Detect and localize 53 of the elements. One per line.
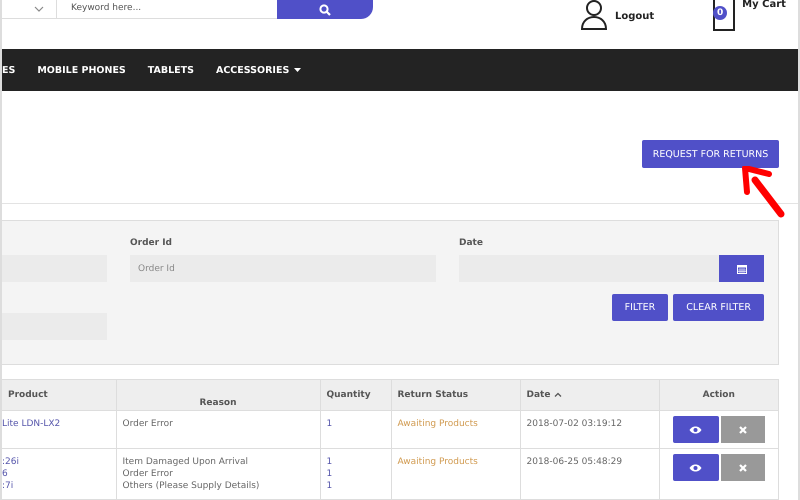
filter-button[interactable]: FILTER (612, 294, 668, 321)
eye-icon (689, 464, 702, 472)
table-cell-text: Order Error (122, 468, 174, 480)
table-cell-text: Item Damaged Upon Arrival (122, 456, 250, 468)
column-header: Return Status (391, 380, 520, 410)
search-icon (319, 4, 331, 16)
close-icon (738, 464, 747, 472)
column-header: Reason (116, 380, 320, 410)
status-text: Awaiting Products (398, 457, 478, 467)
filter-button[interactable]: CLEAR FILTER (673, 294, 764, 321)
table-cell-text: Others (Please Supply Details) (122, 480, 260, 492)
user-icon[interactable] (581, 0, 607, 30)
delete-button[interactable] (720, 416, 765, 443)
table-cell-text: :7i (2, 480, 14, 492)
calendar-button[interactable] (719, 255, 764, 282)
view-button[interactable] (672, 454, 719, 481)
view-button[interactable] (672, 416, 719, 443)
sort-up-icon (554, 392, 562, 398)
table-cell-text: 1 (326, 468, 334, 480)
table-cell-text: Lite LDN-LX2 (2, 418, 62, 430)
nav-link[interactable]: TABLETS (148, 64, 194, 76)
delete-button[interactable] (720, 454, 765, 481)
table-cell: 2018-06-25 05:48:29 (526, 457, 622, 467)
chevron-down-icon (34, 6, 44, 12)
arrow-icon (741, 166, 787, 218)
table-cell-text: :26i (2, 456, 20, 468)
logout-link[interactable]: Logout (615, 11, 654, 22)
column-header: Action (659, 380, 778, 410)
field-label: Order Id (130, 238, 173, 250)
search-field[interactable]: Keyword here... (57, 0, 277, 19)
nav-link[interactable]: ACCESSORIES (216, 64, 302, 76)
column-header[interactable]: Date (520, 380, 659, 410)
table-cell-text: 1 (326, 480, 334, 492)
table-cell-text: 1 (326, 456, 334, 468)
nav-link[interactable]: ES (2, 64, 16, 76)
column-header: Product (2, 380, 116, 410)
nav-link[interactable]: MOBILE PHONES (37, 64, 126, 76)
table-cell: 2018-07-02 03:19:12 (526, 419, 622, 429)
request-returns-button[interactable]: REQUEST FOR RETURNS (642, 140, 779, 168)
bag-icon[interactable] (712, 0, 736, 32)
table-cell-text: 1 (326, 418, 334, 430)
status-text: Awaiting Products (398, 419, 478, 429)
order-id-field[interactable]: Order Id (130, 255, 436, 282)
cart-count-badge: 0 (713, 6, 728, 20)
column-header: Quantity (320, 380, 391, 410)
field-label: Date (459, 238, 484, 250)
date-field[interactable] (459, 255, 719, 282)
table-cell-text: 6 (2, 468, 9, 480)
eye-icon (689, 426, 702, 434)
calendar-icon (736, 264, 746, 274)
close-icon (738, 426, 747, 434)
search-button[interactable] (277, 0, 373, 19)
table-cell-text: Order Error (122, 418, 174, 430)
